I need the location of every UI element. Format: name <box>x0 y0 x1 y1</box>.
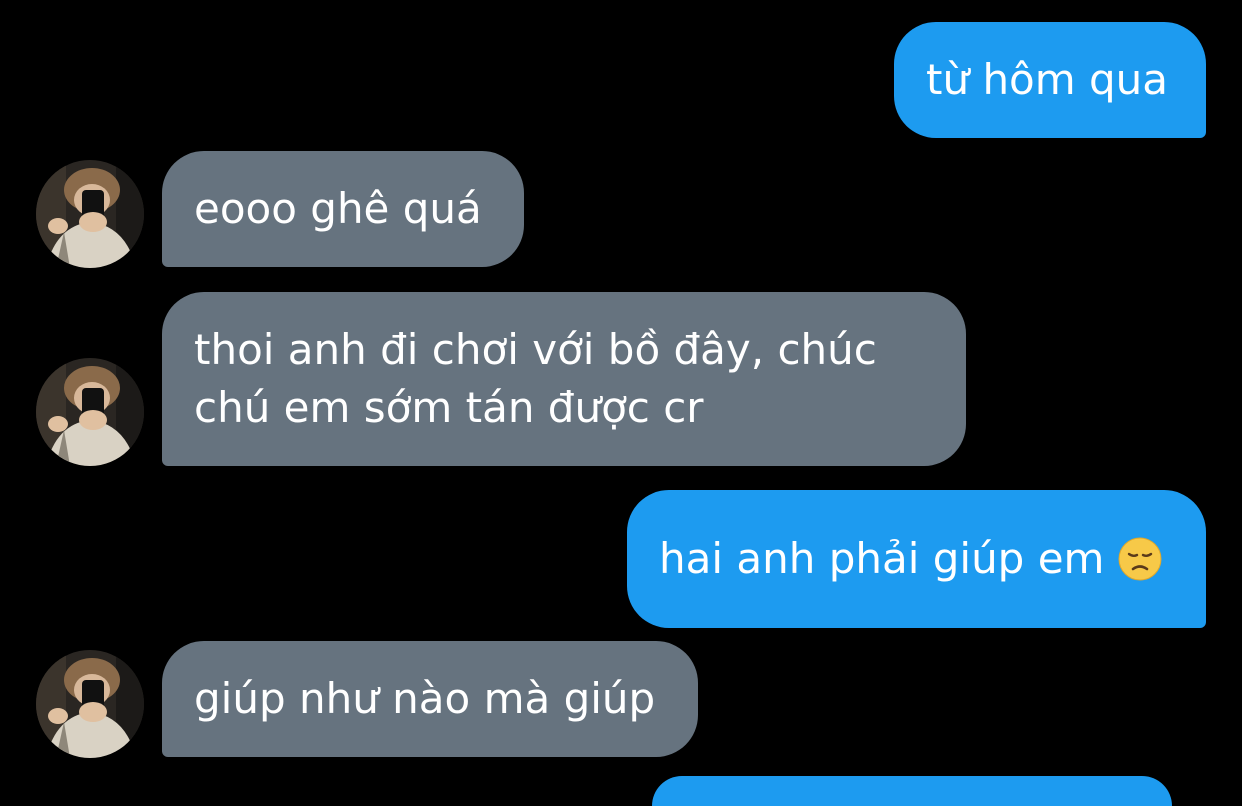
message-line: thoi anh đi chơi với bồ đây, chúc <box>194 325 877 374</box>
message-bubble-received[interactable]: eooo ghê quá <box>162 151 524 267</box>
contact-avatar[interactable] <box>36 358 144 466</box>
message-bubble-received[interactable]: thoi anh đi chơi với bồ đây, chúc chú em… <box>162 292 966 466</box>
message-line: chú em sớm tán được cr <box>194 383 704 432</box>
message-bubble-sent-partial[interactable] <box>652 776 1172 806</box>
contact-avatar[interactable] <box>36 650 144 758</box>
avatar-photo <box>36 650 144 758</box>
message-text: hai anh phải giúp em <box>659 534 1105 583</box>
message-text: giúp như nào mà giúp <box>194 674 656 723</box>
disappointed-face-icon <box>1118 537 1162 581</box>
avatar-photo <box>36 358 144 466</box>
contact-avatar[interactable] <box>36 160 144 268</box>
message-text: thoi anh đi chơi với bồ đây, chúc chú em… <box>194 321 877 437</box>
message-text: eooo ghê quá <box>194 184 482 233</box>
message-bubble-sent[interactable]: hai anh phải giúp em <box>627 490 1206 628</box>
message-bubble-sent[interactable]: từ hôm qua <box>894 22 1206 138</box>
message-text: từ hôm qua <box>926 55 1169 104</box>
message-bubble-received[interactable]: giúp như nào mà giúp <box>162 641 698 757</box>
avatar-photo <box>36 160 144 268</box>
